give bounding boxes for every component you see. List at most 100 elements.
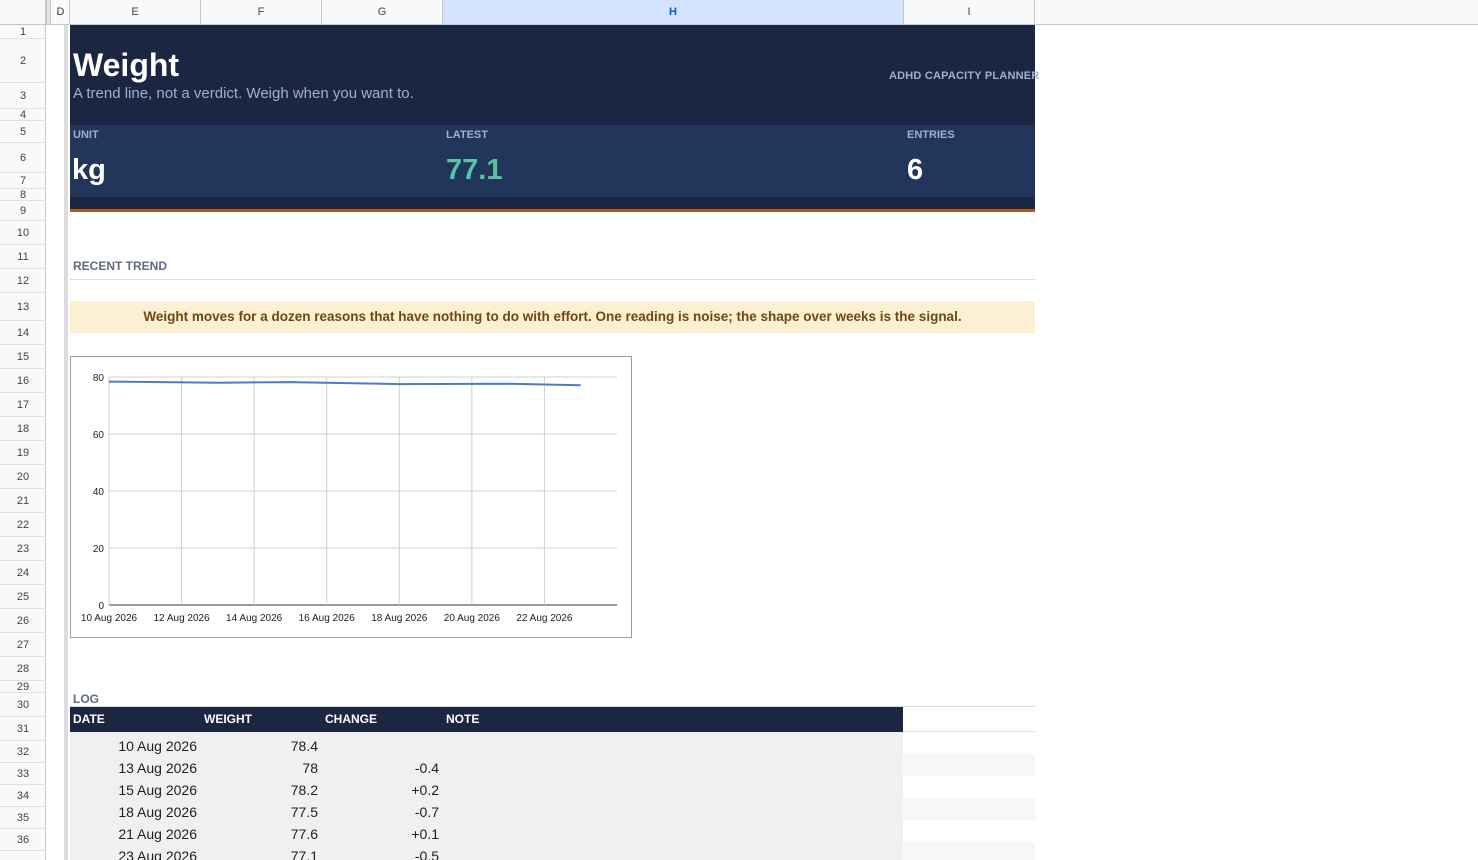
table-row[interactable]: 21 Aug 2026 77.6 +0.1 xyxy=(70,823,903,845)
spreadsheet: D E F G H I 1 2 3 4 5 6 7 8 9 10 11 12 13 14 15 16 17 18 1… xyxy=(0,0,1478,860)
row-header-6[interactable]: 6 xyxy=(0,143,46,173)
row-header-25[interactable]: 25 xyxy=(0,585,46,609)
log-change: +0.1 xyxy=(411,826,439,842)
cell-i35[interactable] xyxy=(903,820,1035,842)
row-header-15[interactable]: 15 xyxy=(0,345,46,369)
row-header-14[interactable]: 14 xyxy=(0,321,46,345)
row-header-12[interactable]: 12 xyxy=(0,269,46,293)
column-header-h[interactable]: H xyxy=(443,0,904,24)
row-header-4[interactable]: 4 xyxy=(0,109,46,121)
column-header-f[interactable]: F xyxy=(201,0,322,24)
log-header-note: NOTE xyxy=(446,712,480,726)
row-header-7[interactable]: 7 xyxy=(0,173,46,189)
row-header-5[interactable]: 5 xyxy=(0,121,46,143)
x-tick-label: 10 Aug 2026 xyxy=(81,613,138,624)
cell-i33[interactable] xyxy=(903,776,1035,798)
table-row[interactable]: 13 Aug 2026 78 -0.4 xyxy=(70,757,903,779)
column-header-i[interactable]: I xyxy=(904,0,1035,24)
log-date: 18 Aug 2026 xyxy=(118,804,197,820)
row-header-10[interactable]: 10 xyxy=(0,221,46,245)
log-date: 15 Aug 2026 xyxy=(118,782,197,798)
frozen-gutter xyxy=(46,25,70,860)
entries-value: 6 xyxy=(907,154,924,186)
row-header-21[interactable]: 21 xyxy=(0,489,46,513)
row-header-33[interactable]: 33 xyxy=(0,763,46,785)
freeze-handle[interactable] xyxy=(46,0,51,24)
log-change: -0.5 xyxy=(414,848,439,860)
row-header-32[interactable]: 32 xyxy=(0,741,46,763)
log-header-weight: WEIGHT xyxy=(204,712,252,726)
row-header-30[interactable]: 30 xyxy=(0,693,46,717)
row-header-16[interactable]: 16 xyxy=(0,369,46,393)
row-header-28[interactable]: 28 xyxy=(0,657,46,681)
log-header-change: CHANGE xyxy=(325,712,378,726)
x-tick-label: 18 Aug 2026 xyxy=(371,613,428,624)
cell-i32[interactable] xyxy=(903,754,1035,776)
row-header-26[interactable]: 26 xyxy=(0,609,46,633)
y-tick-label: 20 xyxy=(93,544,105,555)
row-header-18[interactable]: 18 xyxy=(0,417,46,441)
row-header-9[interactable]: 9 xyxy=(0,201,46,221)
table-row[interactable]: 10 Aug 2026 78.4 xyxy=(70,735,903,757)
section-divider xyxy=(70,279,1035,280)
row-header-2[interactable]: 2 xyxy=(0,39,46,83)
row-header-8[interactable]: 8 xyxy=(0,189,46,201)
entries-label: ENTRIES xyxy=(907,129,955,141)
row-header-19[interactable]: 19 xyxy=(0,441,46,465)
brand-label: ADHD CAPACITY PLANNER xyxy=(889,70,1040,82)
row-header-bar: 1 2 3 4 5 6 7 8 9 10 11 12 13 14 15 16 17 18 19 20 21 22 23 24 2… xyxy=(0,25,46,860)
x-tick-label: 12 Aug 2026 xyxy=(153,613,210,624)
select-all-corner[interactable] xyxy=(0,0,46,24)
x-tick-label: 22 Aug 2026 xyxy=(516,613,573,624)
recent-trend-label: RECENT TREND xyxy=(73,259,168,273)
log-weight: 78 xyxy=(302,760,318,776)
log-date: 23 Aug 2026 xyxy=(118,848,197,860)
row-header-27[interactable]: 27 xyxy=(0,633,46,657)
row-header-34[interactable]: 34 xyxy=(0,785,46,807)
y-tick-label: 80 xyxy=(93,373,105,384)
row-header-3[interactable]: 3 xyxy=(0,83,46,109)
unit-value: kg xyxy=(72,154,106,186)
x-tick-label: 20 Aug 2026 xyxy=(444,613,501,624)
table-row[interactable]: 15 Aug 2026 78.2 +0.2 xyxy=(70,779,903,801)
weight-trend-chart[interactable]: 0 20 40 60 80 10 Aug 2026 12 Aug 2026 14 Aug 20… xyxy=(70,356,632,638)
column-header-e[interactable]: E xyxy=(70,0,201,24)
stats-band-footer xyxy=(70,197,1035,209)
column-header-g[interactable]: G xyxy=(322,0,443,24)
row-header-24[interactable]: 24 xyxy=(0,561,46,585)
row-header-11[interactable]: 11 xyxy=(0,245,46,269)
log-weight: 77.5 xyxy=(290,804,318,820)
row-header-36[interactable]: 36 xyxy=(0,829,46,851)
row-header-1[interactable]: 1 xyxy=(0,25,46,39)
y-tick-label: 60 xyxy=(93,430,105,441)
chart-svg: 0 20 40 60 80 10 Aug 2026 12 Aug 2026 14 Aug 20… xyxy=(81,373,617,624)
row-header-23[interactable]: 23 xyxy=(0,537,46,561)
log-date: 21 Aug 2026 xyxy=(118,826,197,842)
row-header-22[interactable]: 22 xyxy=(0,513,46,537)
row-header-31[interactable]: 31 xyxy=(0,717,46,741)
log-weight: 77.6 xyxy=(290,826,318,842)
cell-i31[interactable] xyxy=(903,732,1035,754)
column-header-bar: D E F G H I xyxy=(0,0,1478,25)
row-header-20[interactable]: 20 xyxy=(0,465,46,489)
latest-value: 77.1 xyxy=(446,154,503,186)
log-change: -0.4 xyxy=(414,760,439,776)
row-header-13[interactable]: 13 xyxy=(0,293,46,321)
x-tick-label: 16 Aug 2026 xyxy=(299,613,356,624)
y-tick-label: 0 xyxy=(98,601,104,612)
table-row[interactable]: 18 Aug 2026 77.5 -0.7 xyxy=(70,801,903,823)
row-header-17[interactable]: 17 xyxy=(0,393,46,417)
page-subtitle: A trend line, not a verdict. Weigh when … xyxy=(73,85,414,102)
page-title: Weight xyxy=(73,47,180,83)
row-header-29[interactable]: 29 xyxy=(0,681,46,693)
table-row[interactable]: 23 Aug 2026 77.1 -0.5 xyxy=(70,845,903,860)
log-weight: 78.4 xyxy=(290,738,318,754)
unit-label: UNIT xyxy=(73,129,99,141)
stats-band xyxy=(70,125,1035,197)
cell-i34[interactable] xyxy=(903,798,1035,820)
cell-i36[interactable] xyxy=(903,842,1035,860)
row-header-35[interactable]: 35 xyxy=(0,807,46,829)
log-header-date: DATE xyxy=(73,712,105,726)
column-header-d[interactable]: D xyxy=(52,0,70,24)
log-date: 10 Aug 2026 xyxy=(118,738,197,754)
